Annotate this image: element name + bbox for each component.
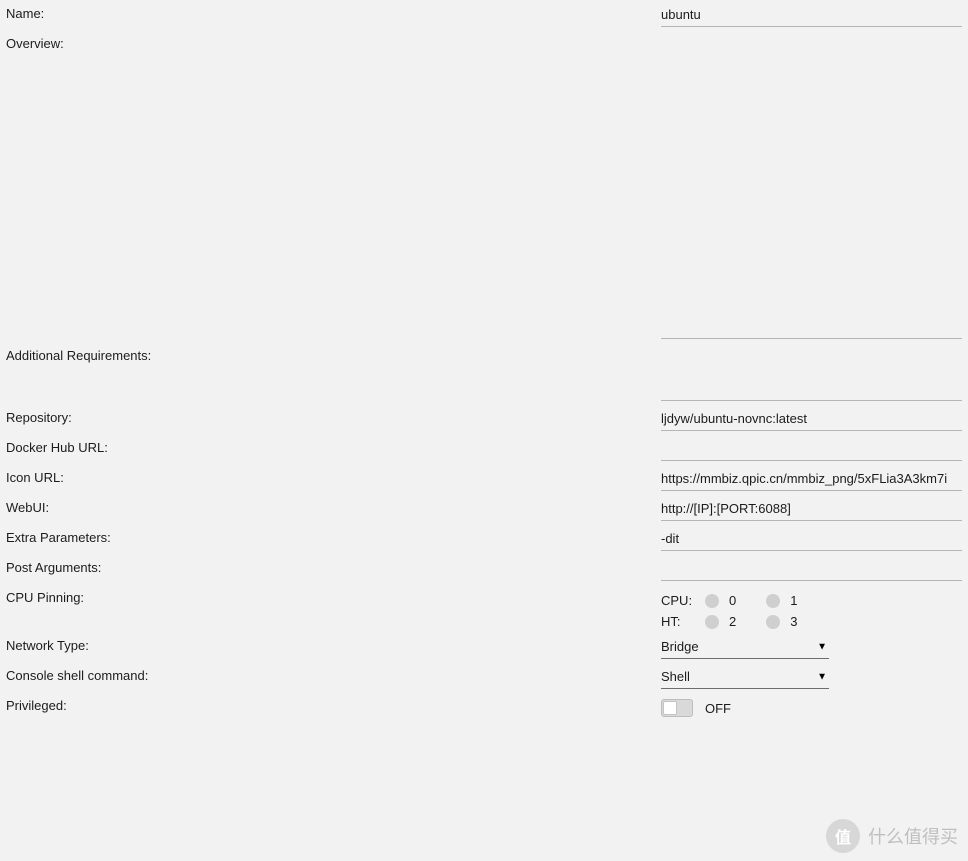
cpu-core-2-checkbox[interactable] xyxy=(705,615,719,629)
post-args-input[interactable] xyxy=(661,557,962,581)
repository-input[interactable] xyxy=(661,407,962,431)
privileged-toggle[interactable] xyxy=(661,699,693,717)
name-input[interactable] xyxy=(661,3,962,27)
webui-input[interactable] xyxy=(661,497,962,521)
cpu-pinning-label: CPU Pinning: xyxy=(6,587,661,605)
privileged-state-text: OFF xyxy=(705,701,731,716)
docker-hub-input[interactable] xyxy=(661,437,962,461)
name-label: Name: xyxy=(6,3,661,21)
repository-label: Repository: xyxy=(6,407,661,425)
console-shell-label: Console shell command: xyxy=(6,665,661,683)
additional-label: Additional Requirements: xyxy=(6,345,661,363)
console-shell-select[interactable]: Shell xyxy=(661,665,829,688)
network-type-label: Network Type: xyxy=(6,635,661,653)
extra-params-label: Extra Parameters: xyxy=(6,527,661,545)
network-type-select[interactable]: Bridge xyxy=(661,635,829,658)
extra-params-input[interactable] xyxy=(661,527,962,551)
watermark-text: 什么值得买 xyxy=(868,823,958,849)
docker-hub-label: Docker Hub URL: xyxy=(6,437,661,455)
cpu-row-label: CPU: xyxy=(661,593,695,608)
overview-label: Overview: xyxy=(6,33,661,51)
icon-url-label: Icon URL: xyxy=(6,467,661,485)
icon-url-input[interactable] xyxy=(661,467,962,491)
webui-label: WebUI: xyxy=(6,497,661,515)
cpu-core-3-checkbox[interactable] xyxy=(766,615,780,629)
post-args-label: Post Arguments: xyxy=(6,557,661,575)
privileged-label: Privileged: xyxy=(6,695,661,713)
cpu-core-0-label: 0 xyxy=(729,593,736,608)
overview-textarea[interactable] xyxy=(661,33,962,339)
cpu-core-0-checkbox[interactable] xyxy=(705,594,719,608)
cpu-core-1-checkbox[interactable] xyxy=(766,594,780,608)
watermark: 值 什么值得买 xyxy=(826,819,958,853)
cpu-core-1-label: 1 xyxy=(790,593,797,608)
cpu-core-3-label: 3 xyxy=(790,614,797,629)
ht-row-label: HT: xyxy=(661,614,695,629)
additional-textarea[interactable] xyxy=(661,345,962,401)
cpu-core-2-label: 2 xyxy=(729,614,736,629)
watermark-badge-icon: 值 xyxy=(826,819,860,853)
